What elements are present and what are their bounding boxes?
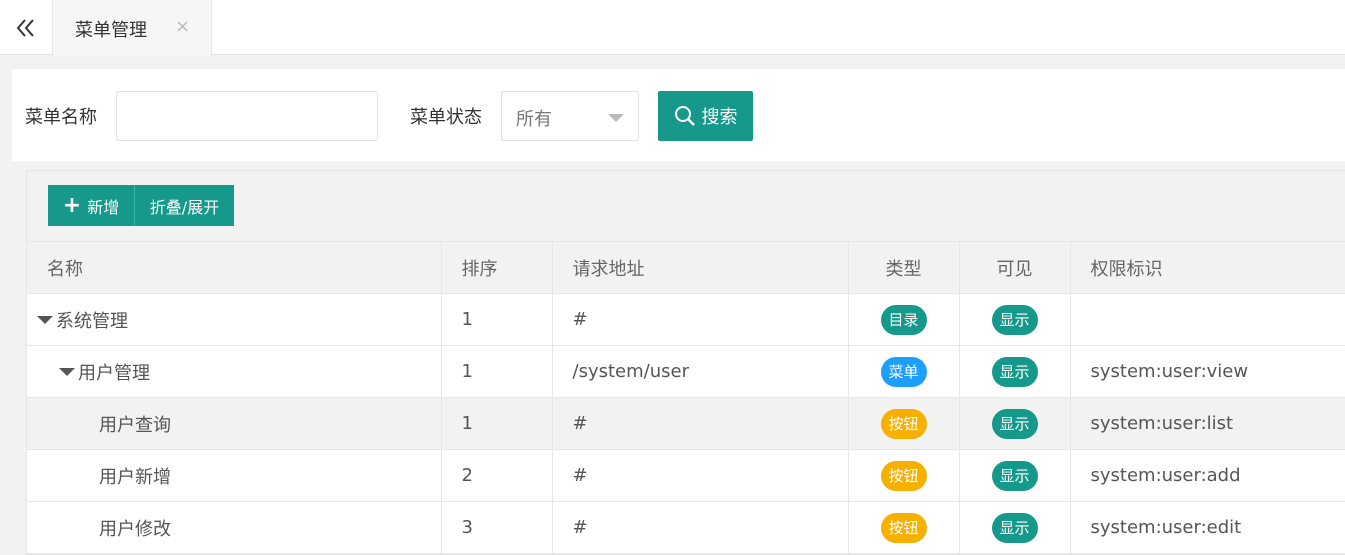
cell-url: # [552,397,849,450]
column-header-order[interactable]: 排序 [441,241,553,294]
tab-bar: 菜单管理 × [0,0,1345,56]
close-icon[interactable]: × [175,16,190,38]
search-panel: 菜单名称 菜单状态 所有 搜索 [12,69,1345,161]
visible-badge: 显示 [991,408,1038,439]
add-button[interactable]: + 新增 [48,185,134,226]
table-header-row: 名称 排序 请求地址 类型 可见 权限标识 [27,241,1345,294]
cell-name: 用户管理 [27,345,442,398]
cell-url: # [552,449,849,502]
menu-name: 系统管理 [56,310,128,332]
cell-permission: system:user:view [1070,345,1345,398]
cell-name: 用户修改 [27,501,442,554]
cell-type: 菜单 [848,345,960,398]
cell-permission [1070,293,1345,346]
visible-badge: 显示 [991,460,1038,491]
cell-visible: 显示 [959,397,1071,450]
cell-permission: system:user:list [1070,397,1345,450]
cell-order: 2 [441,449,553,502]
column-header-perm[interactable]: 权限标识 [1070,241,1345,294]
menu-name-input[interactable] [116,91,378,141]
type-badge: 菜单 [880,356,927,387]
cell-type: 按钮 [848,501,960,554]
cell-order: 1 [441,345,553,398]
expand-caret-icon[interactable] [37,315,53,324]
type-badge: 目录 [880,304,927,335]
cell-url: # [552,501,849,554]
table-row[interactable]: 用户修改 3 # 按钮 显示 system:user:edit [27,501,1345,554]
menu-status-label: 菜单状态 [410,107,482,128]
menu-status-value: 所有 [516,109,552,130]
cell-url: # [552,293,849,346]
visible-badge: 显示 [991,512,1038,543]
table-row[interactable]: 用户查询 1 # 按钮 显示 system:user:list [27,397,1345,450]
cell-type: 按钮 [848,449,960,502]
toggle-expand-button[interactable]: 折叠/展开 [134,185,234,226]
table-row[interactable]: 用户管理 1/system/user 菜单 显示 system:user:view [27,345,1345,398]
cell-type: 目录 [848,293,960,346]
visible-badge: 显示 [991,304,1038,335]
type-badge: 按钮 [880,512,927,543]
menu-name: 用户查询 [99,414,171,436]
plus-icon: + [62,192,82,218]
cell-permission: system:user:add [1070,449,1345,502]
menu-status-select[interactable]: 所有 [501,91,639,141]
search-button-label: 搜索 [701,107,738,128]
cell-permission: system:user:edit [1070,501,1345,554]
cell-visible: 显示 [959,501,1071,554]
menu-name: 用户修改 [99,518,171,540]
cell-url: /system/user [552,345,849,398]
table-row[interactable]: 用户新增 2 # 按钮 显示 system:user:add [27,449,1345,502]
menu-table: 名称 排序 请求地址 类型 可见 权限标识 系统管理 1 # 目录 显示 用户管理 1/sy… [27,241,1345,554]
cell-visible: 显示 [959,345,1071,398]
table-row[interactable]: 系统管理 1 # 目录 显示 [27,293,1345,346]
search-button[interactable]: 搜索 [658,91,753,141]
menu-name: 用户管理 [78,362,150,384]
cell-name: 系统管理 [27,293,442,346]
type-badge: 按钮 [880,460,927,491]
menu-table-panel: + 新增 折叠/展开 名称 排序 请求地址 类型 可见 权限标识 系统管理 1 [26,170,1345,555]
table-toolbar: + 新增 折叠/展开 [48,185,234,227]
cell-name: 用户查询 [27,397,442,450]
search-icon [674,106,695,126]
add-button-label: 新增 [87,197,120,217]
menu-name-label: 菜单名称 [25,107,97,128]
cell-visible: 显示 [959,293,1071,346]
caret-down-icon [608,114,624,122]
collapse-sidebar-button[interactable] [0,0,52,55]
type-badge: 按钮 [880,408,927,439]
visible-badge: 显示 [991,356,1038,387]
cell-visible: 显示 [959,449,1071,502]
tab-label: 菜单管理 [75,20,147,41]
column-header-name[interactable]: 名称 [27,241,442,294]
toggle-expand-label: 折叠/展开 [149,197,220,217]
column-header-visible[interactable]: 可见 [959,241,1071,294]
tab-menu-management[interactable]: 菜单管理 × [52,0,212,56]
cell-order: 1 [441,397,553,450]
double-chevron-left-icon [16,18,34,37]
column-header-type[interactable]: 类型 [848,241,960,294]
cell-name: 用户新增 [27,449,442,502]
cell-order: 3 [441,501,553,554]
expand-caret-icon[interactable] [59,367,75,376]
column-header-url[interactable]: 请求地址 [552,241,849,294]
cell-order: 1 [441,293,553,346]
menu-name: 用户新增 [99,466,171,488]
cell-type: 按钮 [848,397,960,450]
